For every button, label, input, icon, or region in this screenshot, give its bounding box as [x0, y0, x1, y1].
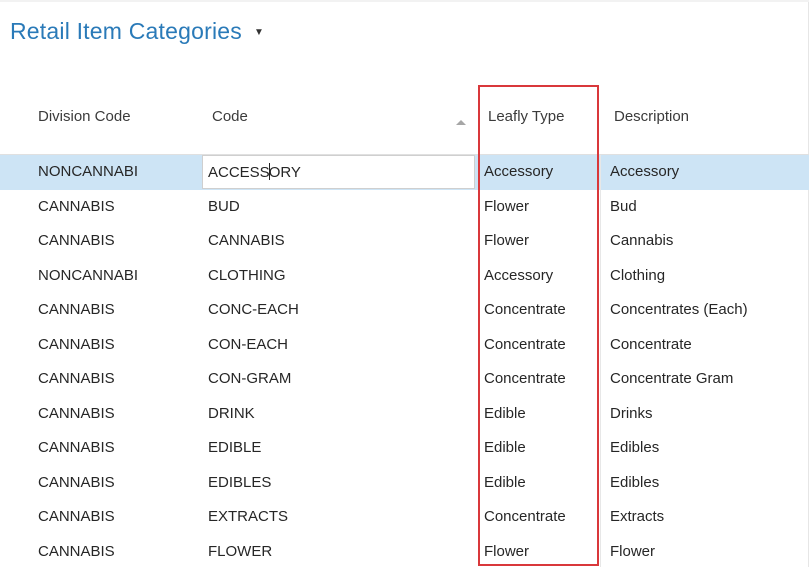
table-row[interactable]: CANNABIS DRINK Edible Drinks [0, 397, 809, 432]
description-cell: Flower [610, 543, 655, 560]
code-cell: CLOTHING [208, 267, 286, 284]
leafly-type-cell: Accessory [484, 163, 553, 180]
division-code-cell: CANNABIS [38, 370, 115, 387]
grid-rows: NONCANNABI ACCESSORY Accessory Accessory… [0, 155, 809, 569]
code-cell: BUD [208, 198, 240, 215]
division-code-cell: CANNABIS [38, 198, 115, 215]
division-code-cell: CANNABIS [38, 336, 115, 353]
division-code-cell: CANNABIS [38, 439, 115, 456]
page-title: Retail Item Categories [10, 18, 242, 45]
code-cell: CONC-EACH [208, 301, 299, 318]
column-header-description[interactable]: Description [614, 108, 689, 125]
grid-header: Division Code Code Leafly Type Descripti… [0, 84, 809, 155]
code-cell: DRINK [208, 405, 255, 422]
description-cell: Edibles [610, 439, 659, 456]
division-code-cell: NONCANNABI [38, 163, 138, 180]
code-cell[interactable]: ACCESSORY [208, 163, 301, 181]
table-row[interactable]: CANNABIS CON-GRAM Concentrate Concentrat… [0, 362, 809, 397]
code-cell: CANNABIS [208, 232, 285, 249]
column-header-division-code[interactable]: Division Code [38, 108, 131, 125]
leafly-type-cell: Concentrate [484, 508, 566, 525]
table-row[interactable]: CANNABIS EDIBLES Edible Edibles [0, 466, 809, 501]
table-row[interactable]: CANNABIS EDIBLE Edible Edibles [0, 431, 809, 466]
description-cell: Cannabis [610, 232, 673, 249]
leafly-type-cell: Concentrate [484, 370, 566, 387]
description-cell: Bud [610, 198, 637, 215]
description-cell: Concentrates (Each) [610, 301, 748, 318]
code-cell: EDIBLES [208, 474, 271, 491]
description-cell: Drinks [610, 405, 653, 422]
description-cell: Edibles [610, 474, 659, 491]
sort-ascending-icon [456, 120, 466, 125]
description-cell: Clothing [610, 267, 665, 284]
code-text-before-caret: ACCESS [208, 164, 270, 181]
description-cell: Extracts [610, 508, 664, 525]
table-row[interactable]: CANNABIS CONC-EACH Concentrate Concentra… [0, 293, 809, 328]
description-cell: Concentrate [610, 336, 692, 353]
leafly-type-cell: Flower [484, 543, 529, 560]
column-divider [600, 155, 601, 567]
division-code-cell: CANNABIS [38, 508, 115, 525]
page: Retail Item Categories ▼ Division Code C… [0, 0, 809, 567]
title-bar: Retail Item Categories ▼ [10, 18, 264, 45]
column-header-code[interactable]: Code [212, 108, 248, 125]
table-row[interactable]: CANNABIS CANNABIS Flower Cannabis [0, 224, 809, 259]
chevron-down-icon[interactable]: ▼ [254, 27, 264, 38]
description-cell: Accessory [610, 163, 679, 180]
leafly-type-cell: Accessory [484, 267, 553, 284]
code-cell: CON-GRAM [208, 370, 291, 387]
leafly-type-cell: Flower [484, 232, 529, 249]
division-code-cell: CANNABIS [38, 405, 115, 422]
table-row[interactable]: CANNABIS CON-EACH Concentrate Concentrat… [0, 328, 809, 363]
top-divider [0, 0, 809, 2]
code-cell: CON-EACH [208, 336, 288, 353]
table-row[interactable]: CANNABIS FLOWER Flower Flower [0, 535, 809, 569]
leafly-type-cell: Concentrate [484, 336, 566, 353]
table-row[interactable]: NONCANNABI CLOTHING Accessory Clothing [0, 259, 809, 294]
table-row[interactable]: CANNABIS BUD Flower Bud [0, 190, 809, 225]
code-cell: EDIBLE [208, 439, 261, 456]
division-code-cell: NONCANNABI [38, 267, 138, 284]
table-row[interactable]: NONCANNABI ACCESSORY Accessory Accessory [0, 155, 809, 190]
division-code-cell: CANNABIS [38, 474, 115, 491]
code-cell: FLOWER [208, 543, 272, 560]
categories-grid: Division Code Code Leafly Type Descripti… [0, 84, 809, 569]
leafly-type-cell: Flower [484, 198, 529, 215]
table-row[interactable]: CANNABIS EXTRACTS Concentrate Extracts [0, 500, 809, 535]
column-header-leafly-type[interactable]: Leafly Type [488, 108, 564, 125]
description-cell: Concentrate Gram [610, 370, 733, 387]
code-text-after-caret: ORY [269, 164, 301, 181]
leafly-type-cell: Edible [484, 439, 526, 456]
code-cell: EXTRACTS [208, 508, 288, 525]
leafly-type-cell: Edible [484, 474, 526, 491]
division-code-cell: CANNABIS [38, 232, 115, 249]
division-code-cell: CANNABIS [38, 301, 115, 318]
leafly-type-cell: Edible [484, 405, 526, 422]
division-code-cell: CANNABIS [38, 543, 115, 560]
leafly-type-cell: Concentrate [484, 301, 566, 318]
